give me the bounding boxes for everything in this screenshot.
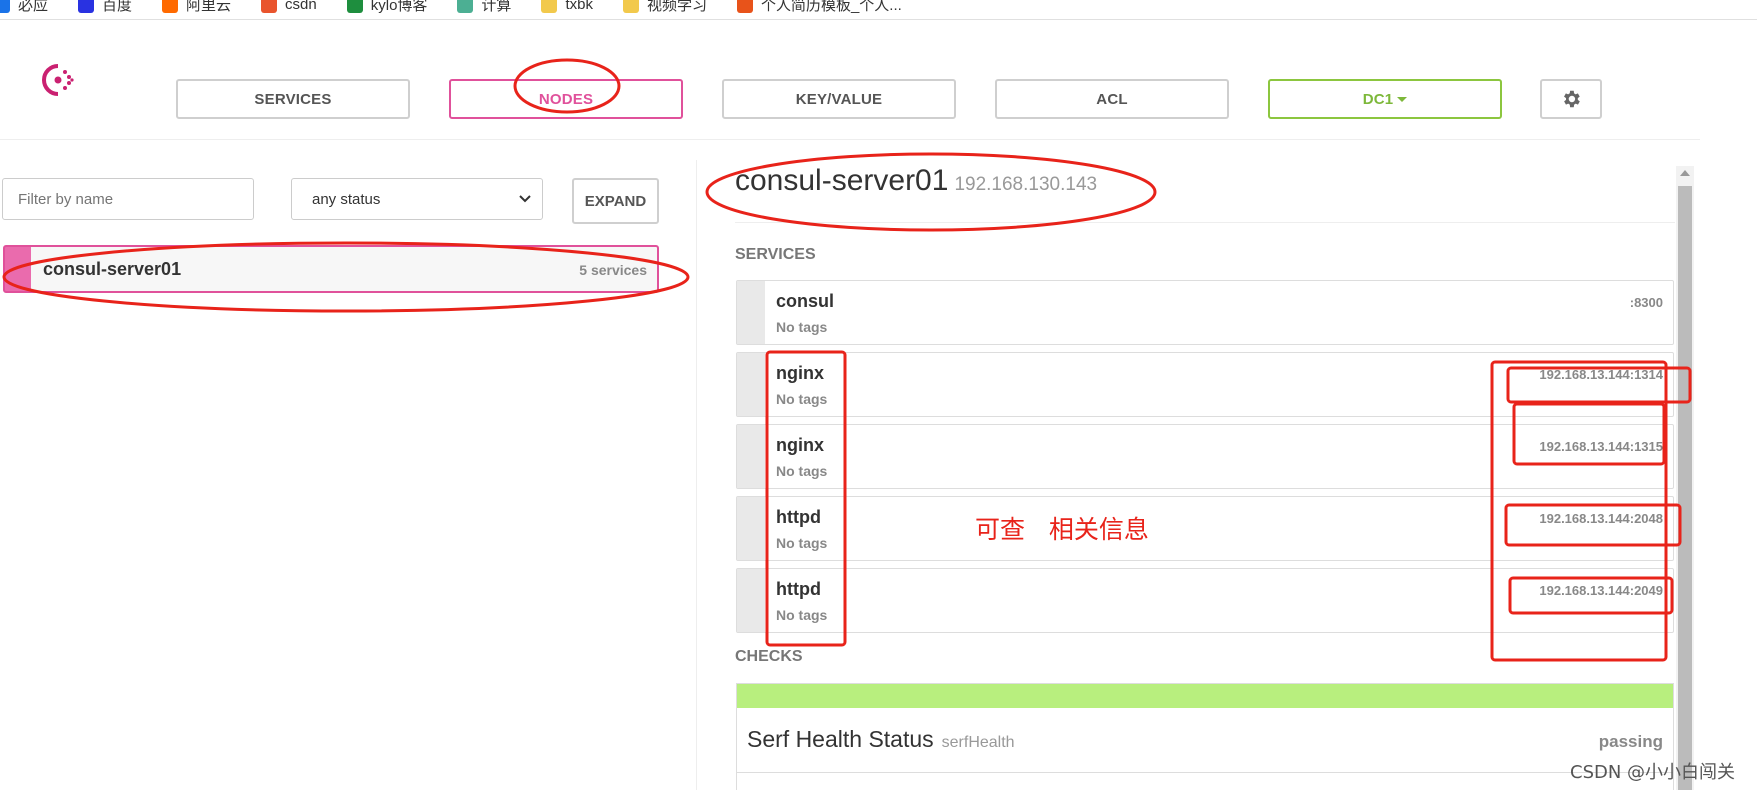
service-status-strip	[737, 497, 765, 560]
bookmark-item[interactable]: 计算	[457, 0, 511, 15]
bookmark-folder[interactable]: 视频学习	[622, 0, 707, 15]
scroll-up-arrow-icon[interactable]	[1680, 170, 1690, 176]
chevron-down-icon	[519, 195, 531, 203]
datacenter-label: DC1	[1362, 90, 1394, 108]
caret-down-icon	[1397, 96, 1408, 102]
check-name: Serf Health Status	[747, 726, 934, 752]
services-heading: SERVICES	[735, 246, 816, 263]
check-id: serfHealth	[941, 734, 1015, 751]
service-status-strip	[737, 425, 765, 488]
check-row[interactable]: Serf Health Status serfHealth passing	[736, 683, 1674, 790]
check-divider	[737, 772, 1673, 773]
service-address: 192.168.13.144:2049	[1539, 583, 1663, 598]
service-tags: No tags	[776, 463, 828, 479]
bookmark-item[interactable]: kylo博客	[346, 0, 427, 15]
bookmark-icon	[0, 0, 10, 13]
expand-button[interactable]: EXPAND	[572, 178, 659, 224]
csdn-watermark: CSDN @小小白闯关	[1570, 762, 1736, 783]
bookmark-item[interactable]: csdn	[261, 0, 317, 13]
service-address: 192.168.13.144:1314	[1539, 367, 1663, 382]
service-status-strip	[737, 353, 765, 416]
check-name-wrap: Serf Health Status serfHealth	[747, 726, 1015, 753]
service-name: nginx	[776, 435, 824, 455]
scrollbar-thumb[interactable]	[1678, 186, 1692, 790]
service-row[interactable]: nginx No tags 192.168.13.144:1315	[736, 424, 1674, 489]
service-status-strip	[737, 281, 765, 344]
service-row[interactable]: httpd No tags 192.168.13.144:2048	[736, 496, 1674, 561]
service-row[interactable]: nginx No tags 192.168.13.144:1314	[736, 352, 1674, 417]
service-address: 192.168.13.144:1315	[1539, 439, 1663, 454]
service-row[interactable]: httpd No tags 192.168.13.144:2049	[736, 568, 1674, 633]
bookmark-icon	[162, 0, 179, 13]
top-nav: SERVICES NODES KEY/VALUE ACL DC1	[0, 20, 1700, 140]
service-tags: No tags	[776, 607, 828, 623]
bookmark-item[interactable]: 必应	[0, 0, 48, 15]
folder-icon	[622, 0, 639, 13]
check-passing-bar	[737, 684, 1673, 708]
nav-keyvalue-button[interactable]: KEY/VALUE	[722, 79, 956, 119]
service-address: 192.168.13.144:2048	[1539, 511, 1663, 526]
service-tags: No tags	[776, 319, 828, 335]
service-row[interactable]: consul No tags :8300	[736, 280, 1674, 345]
title-divider	[735, 222, 1675, 223]
bookmark-item[interactable]: 阿里云	[162, 0, 231, 15]
column-divider	[696, 160, 697, 790]
datacenter-dropdown[interactable]: DC1	[1268, 79, 1502, 119]
bookmark-icon	[346, 0, 363, 13]
nav-services-button[interactable]: SERVICES	[176, 79, 410, 119]
bookmark-item[interactable]: 百度	[78, 0, 132, 15]
service-status-strip	[737, 569, 765, 632]
service-address: :8300	[1629, 295, 1663, 310]
bookmark-icon	[457, 0, 474, 13]
consul-logo-icon[interactable]	[38, 60, 78, 100]
folder-icon	[541, 0, 558, 13]
node-detail-ip: 192.168.130.143	[954, 174, 1098, 195]
filter-by-name-input[interactable]	[2, 178, 254, 220]
service-name: httpd	[776, 579, 821, 599]
service-tags: No tags	[776, 391, 828, 407]
node-service-count: 5 services	[579, 262, 647, 278]
node-status-bar	[5, 247, 31, 291]
bookmarks-bar: 必应 百度 阿里云 csdn kylo博客 计算 txbk 视频学习 个人简历模…	[0, 0, 1757, 20]
service-name: httpd	[776, 507, 821, 527]
service-tags: No tags	[776, 535, 828, 551]
detail-scrollbar[interactable]	[1676, 166, 1694, 790]
node-detail-title: consul-server01 192.168.130.143	[735, 164, 1097, 198]
bookmark-icon	[78, 0, 95, 13]
node-name: consul-server01	[43, 259, 182, 279]
bookmark-icon	[736, 0, 753, 13]
bookmark-item[interactable]: 个人简历模板_个人...	[736, 0, 902, 15]
checks-heading: CHECKS	[735, 648, 803, 665]
node-list-item[interactable]: consul-server01 5 services	[3, 245, 659, 293]
service-name: consul	[776, 291, 835, 311]
bookmark-folder[interactable]: txbk	[541, 0, 593, 13]
status-select[interactable]: any status	[291, 178, 543, 220]
annotation-note: 可查 相关信息	[975, 515, 1149, 544]
node-detail-name: consul-server01	[735, 164, 949, 197]
status-select-value: any status	[312, 190, 381, 208]
service-name: nginx	[776, 363, 824, 383]
check-status: passing	[1598, 732, 1663, 751]
consul-ui: 必应 百度 阿里云 csdn kylo博客 计算 txbk 视频学习 个人简历模…	[0, 0, 1757, 790]
gear-icon	[1564, 90, 1580, 108]
nav-nodes-button[interactable]: NODES	[449, 79, 683, 119]
bookmark-icon	[261, 0, 278, 13]
nav-acl-button[interactable]: ACL	[995, 79, 1229, 119]
settings-button[interactable]	[1540, 79, 1602, 119]
